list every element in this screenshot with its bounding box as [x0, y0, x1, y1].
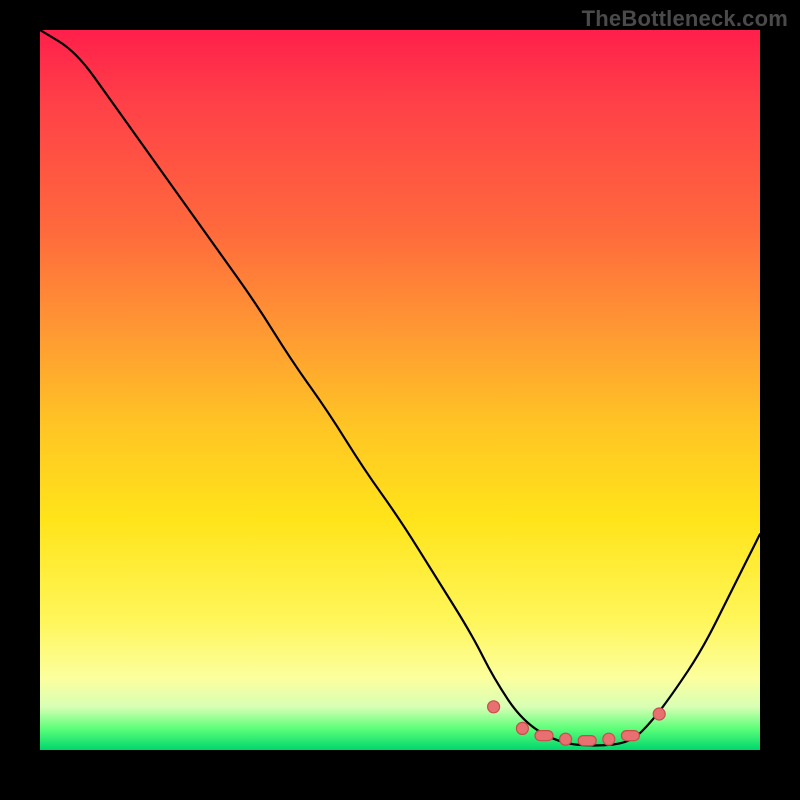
- chart-root: TheBottleneck.com: [0, 0, 800, 800]
- optimal-dot: [603, 733, 615, 745]
- watermark-text: TheBottleneck.com: [582, 6, 788, 32]
- optimal-pill: [578, 736, 596, 746]
- optimal-dot: [516, 722, 528, 734]
- optimal-pill: [621, 731, 639, 741]
- optimal-dot: [488, 701, 500, 713]
- optimal-dot: [560, 733, 572, 745]
- optimal-pill: [535, 731, 553, 741]
- bottleneck-curve-path: [40, 30, 760, 746]
- bottleneck-chart-svg: [40, 30, 760, 750]
- optimal-dot: [653, 708, 665, 720]
- plot-area: [40, 30, 760, 750]
